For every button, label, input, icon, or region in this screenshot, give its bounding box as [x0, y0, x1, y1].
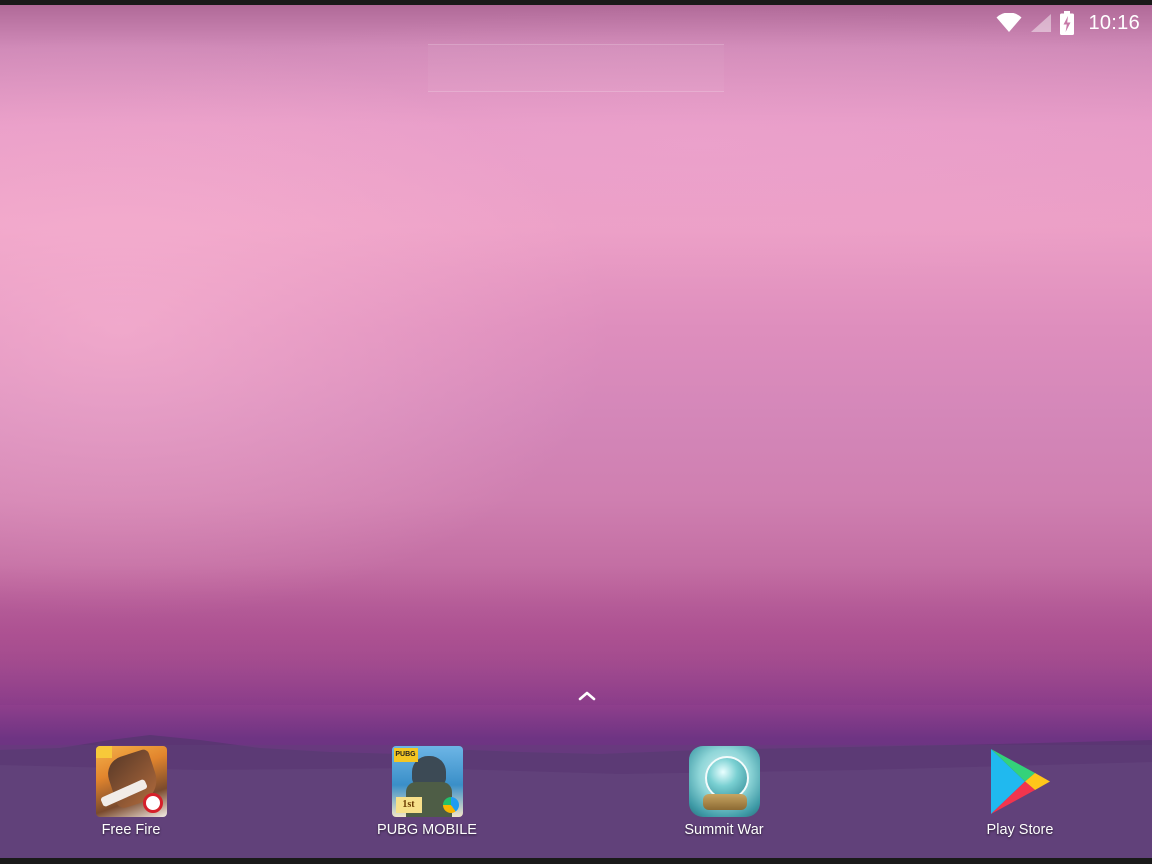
wallpaper-haze: [0, 565, 1152, 705]
status-bar: 10:16: [996, 9, 1140, 37]
app-label: Summit War: [684, 822, 764, 838]
dock-app-free-fire[interactable]: Free Fire: [61, 746, 201, 838]
pubg-first-badge: 1st: [395, 797, 422, 813]
dock-app-summit-war[interactable]: Summit War: [654, 746, 794, 838]
chevron-up-icon: [578, 691, 596, 701]
app-drawer-handle[interactable]: [577, 689, 597, 703]
cell-signal-icon: [1030, 13, 1052, 33]
app-label: Play Store: [986, 822, 1054, 838]
free-fire-icon: [95, 746, 167, 817]
garena-logo-icon: [142, 793, 163, 813]
tencent-logo-icon: [442, 797, 459, 813]
battery-charging-icon: [1060, 11, 1075, 35]
pubg-badge: PUBG: [393, 748, 418, 762]
dock-app-play-store[interactable]: Play Store: [950, 746, 1090, 838]
wallpaper: [0, 5, 1152, 858]
app-label: PUBG MOBILE: [377, 822, 477, 838]
screen-bottom-edge: [0, 858, 1152, 864]
summit-war-base: [702, 794, 747, 810]
clock-time: 10:16: [1088, 11, 1140, 34]
app-label: Free Fire: [101, 822, 161, 838]
free-fire-corner-badge: [95, 746, 112, 758]
dock-app-pubg-mobile[interactable]: PUBG 1st PUBG MOBILE: [357, 746, 497, 838]
wifi-icon: [996, 13, 1022, 33]
play-store-icon: [985, 746, 1056, 817]
pubg-mobile-icon: PUBG 1st: [391, 746, 463, 817]
summit-war-icon: [688, 746, 760, 817]
search-widget[interactable]: [428, 44, 724, 92]
